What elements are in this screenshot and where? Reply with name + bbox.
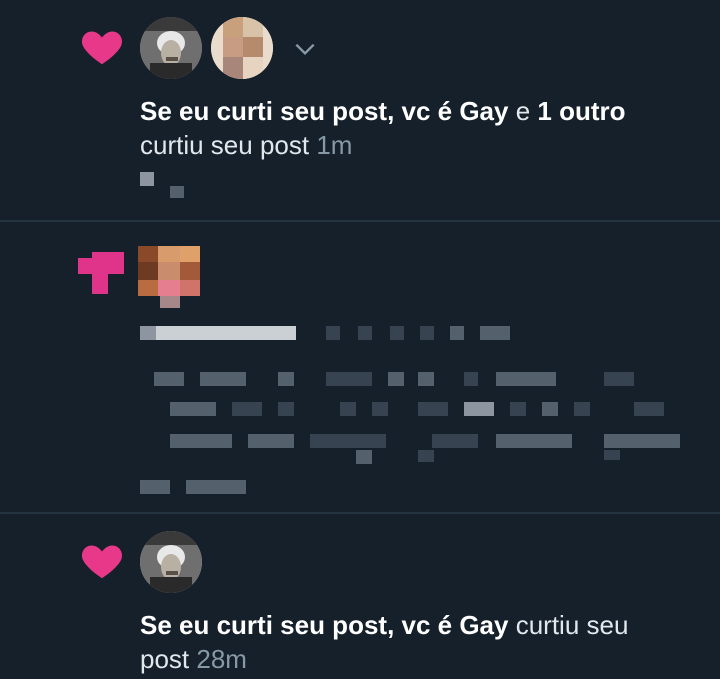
avatar[interactable] (140, 531, 202, 593)
timestamp: 1m (316, 130, 353, 160)
blurred-content (170, 186, 184, 198)
notification-text: Se eu curti seu post, vc é Gay e 1 outro (140, 94, 626, 128)
avatar[interactable] (140, 17, 202, 79)
notification-item-3[interactable]: Se eu curti seu post, vc é Gay curtiu se… (0, 514, 720, 679)
user-name[interactable]: Se eu curti seu post, vc é Gay (140, 96, 508, 126)
avatar-image (140, 531, 202, 593)
timestamp: 28m (196, 644, 247, 674)
heart-icon (81, 545, 123, 579)
connector-text: e (515, 96, 531, 126)
blurred-content (140, 172, 154, 186)
action-text: curtiu seu post (140, 130, 310, 160)
notification-item-2[interactable] (0, 222, 720, 512)
chevron-down-icon[interactable] (292, 36, 318, 62)
notification-action-line: curtiu seu post 1m (140, 128, 352, 162)
others-count[interactable]: 1 outro (537, 96, 625, 126)
action-text: curtiu seu (515, 610, 629, 640)
heart-icon (81, 31, 123, 65)
avatar-image (140, 17, 202, 79)
user-name[interactable]: Se eu curti seu post, vc é Gay (140, 610, 508, 640)
notification-text: Se eu curti seu post, vc é Gay curtiu se… (140, 608, 628, 642)
action-text: post (140, 644, 190, 674)
notification-action-line: post 28m (140, 642, 247, 676)
notification-item-1[interactable]: Se eu curti seu post, vc é Gay e 1 outro… (0, 0, 720, 220)
avatar[interactable] (211, 17, 273, 79)
